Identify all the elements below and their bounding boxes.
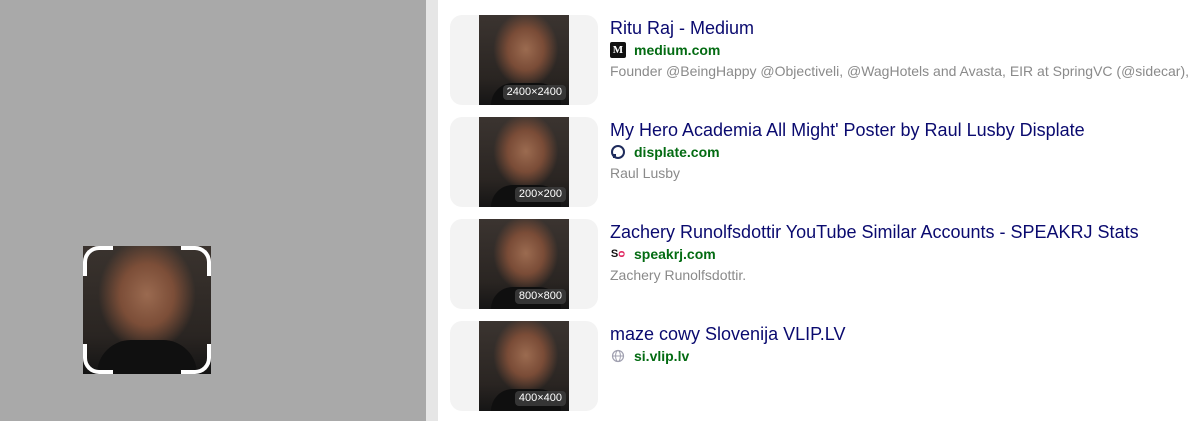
result-item: 800×800 Zachery Runolfsdottir YouTube Si… (450, 219, 1192, 309)
image-size-badge: 400×400 (514, 391, 566, 406)
result-title-link[interactable]: Ritu Raj - Medium (610, 18, 754, 39)
speakrj-icon-letter: S (610, 248, 619, 260)
globe-icon (610, 348, 626, 364)
result-domain-link[interactable]: displate.com (634, 144, 720, 160)
crop-handle-bottom-left[interactable] (83, 344, 113, 374)
result-thumbnail[interactable]: 800×800 (479, 219, 569, 309)
speakrj-icon-bubble: ᴑ (618, 248, 626, 260)
query-image-panel (0, 0, 426, 421)
result-title-link[interactable]: Zachery Runolfsdottir YouTube Similar Ac… (610, 222, 1139, 243)
result-thumbnail-card[interactable]: 2400×2400 (450, 15, 598, 105)
result-source: displate.com (610, 144, 720, 160)
crop-handle-top-right[interactable] (181, 246, 211, 276)
query-image-crop[interactable] (83, 246, 211, 374)
result-title-link[interactable]: My Hero Academia All Might' Poster by Ra… (610, 120, 1085, 141)
result-item: 400×400 maze cowy Slovenija VLIP.LV si.v… (450, 321, 1192, 411)
result-item: 2400×2400 Ritu Raj - Medium M medium.com… (450, 15, 1192, 105)
result-item: 200×200 My Hero Academia All Might' Post… (450, 117, 1192, 207)
result-domain-link[interactable]: speakrj.com (634, 246, 716, 262)
image-size-badge: 200×200 (514, 187, 566, 202)
result-thumbnail[interactable]: 2400×2400 (479, 15, 569, 105)
image-size-badge: 800×800 (514, 289, 566, 304)
result-title-link[interactable]: maze cowy Slovenija VLIP.LV (610, 324, 845, 345)
crop-handle-bottom-right[interactable] (181, 344, 211, 374)
result-snippet: Raul Lusby (610, 165, 681, 181)
crop-handle-top-left[interactable] (83, 246, 113, 276)
result-thumbnail-card[interactable]: 400×400 (450, 321, 598, 411)
result-thumbnail-card[interactable]: 200×200 (450, 117, 598, 207)
displate-icon (610, 144, 626, 160)
result-thumbnail[interactable]: 200×200 (479, 117, 569, 207)
result-source: si.vlip.lv (610, 348, 689, 364)
result-domain-link[interactable]: medium.com (634, 42, 720, 58)
results-list: 2400×2400 Ritu Raj - Medium M medium.com… (450, 0, 1192, 421)
medium-icon: M (610, 42, 626, 58)
result-source: M medium.com (610, 42, 720, 58)
result-snippet: Founder @BeingHappy @Objectiveli, @WagHo… (610, 63, 1189, 79)
panel-divider (426, 0, 438, 421)
speakrj-icon: Sᴑ (610, 246, 626, 262)
image-size-badge: 2400×2400 (502, 85, 566, 100)
result-thumbnail-card[interactable]: 800×800 (450, 219, 598, 309)
result-snippet: Zachery Runolfsdottir. (610, 267, 747, 283)
result-domain-link[interactable]: si.vlip.lv (634, 348, 689, 364)
result-thumbnail[interactable]: 400×400 (479, 321, 569, 411)
result-source: Sᴑ speakrj.com (610, 246, 716, 262)
